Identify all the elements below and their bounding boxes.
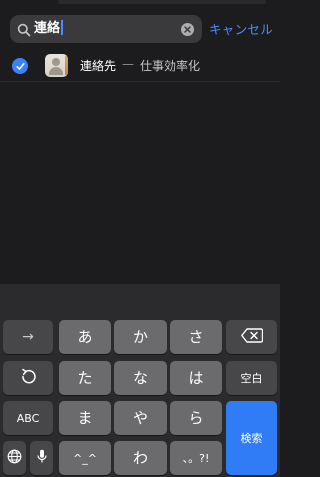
- key-ha[interactable]: は: [170, 361, 222, 395]
- arrow-key[interactable]: →: [3, 320, 53, 354]
- key-a[interactable]: あ: [59, 320, 111, 354]
- result-separator: —: [122, 57, 134, 71]
- dictation-key[interactable]: [30, 441, 53, 475]
- backspace-icon: [240, 327, 263, 347]
- microphone-icon: [36, 449, 47, 468]
- text-caret: [61, 20, 64, 35]
- checkmark-icon[interactable]: [12, 58, 28, 74]
- search-icon: [17, 22, 31, 37]
- contacts-app-icon: [45, 54, 68, 77]
- key-wa[interactable]: わ: [114, 441, 167, 475]
- globe-icon: [7, 449, 22, 468]
- emoticon-key[interactable]: ^_^: [59, 441, 111, 475]
- japanese-kana-keyboard: → あ か さ た な は 空白 ABC ま や ら 検索 ^_^ わ 、。?!: [0, 284, 280, 477]
- sheet-grabber: [0, 0, 280, 6]
- result-title: 連絡先: [80, 59, 117, 73]
- clear-icon[interactable]: [181, 23, 194, 36]
- punctuation-key[interactable]: 、。?!: [170, 441, 222, 475]
- result-category: 仕事効率化: [140, 59, 201, 73]
- key-ya[interactable]: や: [114, 401, 167, 435]
- key-ta[interactable]: た: [59, 361, 111, 395]
- delete-button[interactable]: [226, 320, 277, 354]
- divider: [0, 81, 280, 82]
- key-sa[interactable]: さ: [170, 320, 222, 354]
- key-ma[interactable]: ま: [59, 401, 111, 435]
- key-na[interactable]: な: [114, 361, 167, 395]
- globe-key[interactable]: [3, 441, 26, 475]
- key-ra[interactable]: ら: [170, 401, 222, 435]
- search-input-text[interactable]: 連絡: [34, 20, 64, 38]
- search-key[interactable]: 検索: [226, 401, 277, 475]
- search-field[interactable]: 連絡: [10, 15, 202, 43]
- search-result-row[interactable]: 連絡先 — 仕事効率化: [0, 51, 280, 81]
- abc-key[interactable]: ABC: [3, 401, 53, 435]
- search-panel: 連絡 キャンセル 連絡先 — 仕事効率化: [0, 0, 280, 284]
- key-ka[interactable]: か: [114, 320, 167, 354]
- undo-button[interactable]: [3, 361, 53, 395]
- space-key[interactable]: 空白: [226, 361, 277, 395]
- cancel-button[interactable]: キャンセル: [209, 19, 273, 38]
- undo-icon: [20, 368, 36, 388]
